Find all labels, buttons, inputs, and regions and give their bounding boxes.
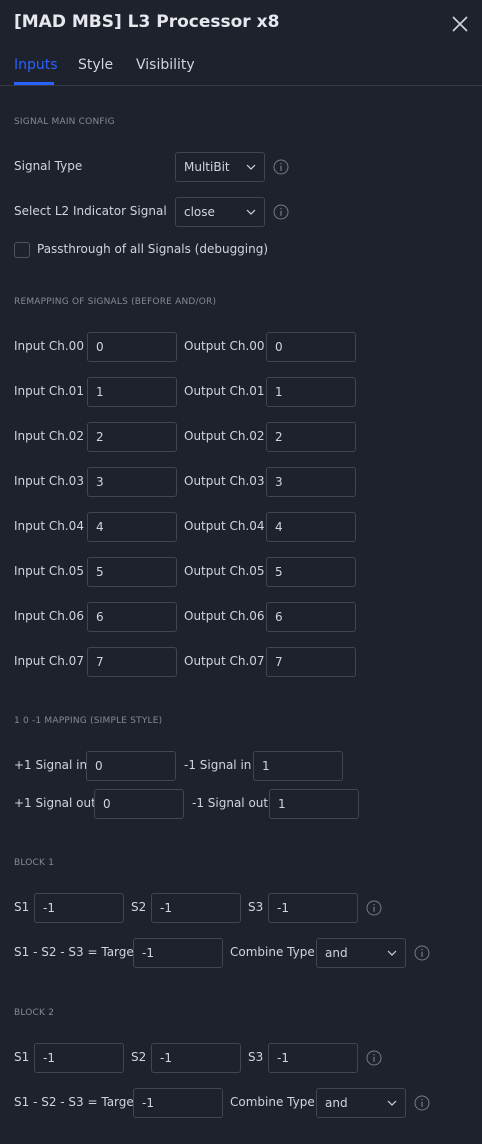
section-remapping: REMAPPING OF SIGNALS (BEFORE AND/OR) [14,297,217,307]
l2-signal-select[interactable]: close [175,197,265,227]
input-channel-field[interactable] [87,557,177,587]
input-channel-label: Input Ch.01 [14,384,84,398]
output-channel-label: Output Ch.04 [184,519,265,533]
output-channel-field[interactable] [266,377,356,407]
l2-signal-label: Select L2 Indicator Signal [14,204,167,218]
input-channel-label: Input Ch.05 [14,564,84,578]
passthrough-label: Passthrough of all Signals (debugging) [37,242,269,256]
input-channel-label: Input Ch.02 [14,429,84,443]
minus-signal-in-input[interactable] [253,751,343,781]
block2-s1-label: S1 [14,1050,30,1064]
plus-signal-in-input[interactable] [86,751,176,781]
block2-combine-value: and [325,1096,348,1110]
input-channel-label: Input Ch.04 [14,519,84,533]
output-channel-field[interactable] [266,512,356,542]
section-signal-main-config: SIGNAL MAIN CONFIG [14,117,115,127]
block1-target-input[interactable] [133,938,223,968]
block1-s3-input[interactable] [268,893,358,923]
section-mapping: 1 0 -1 MAPPING (SIMPLE STYLE) [14,716,163,726]
info-icon[interactable] [273,204,289,220]
block1-s2-label: S2 [131,900,147,914]
block2-s2-input[interactable] [151,1043,241,1073]
chevron-down-icon [387,1100,397,1106]
info-icon[interactable] [366,1050,382,1066]
block1-s2-input[interactable] [151,893,241,923]
chevron-down-icon [246,209,256,215]
output-channel-field[interactable] [266,467,356,497]
output-channel-label: Output Ch.03 [184,474,265,488]
input-channel-field[interactable] [87,647,177,677]
minus-signal-out-label: -1 Signal out [192,796,269,810]
block1-s3-label: S3 [248,900,264,914]
output-channel-field[interactable] [266,557,356,587]
input-channel-label: Input Ch.03 [14,474,84,488]
output-channel-label: Output Ch.01 [184,384,265,398]
input-channel-field[interactable] [87,422,177,452]
signal-type-select[interactable]: MultiBit [175,152,265,182]
block2-s1-input[interactable] [34,1043,124,1073]
block2-target-input[interactable] [133,1088,223,1118]
input-channel-label: Input Ch.07 [14,654,84,668]
plus-signal-out-input[interactable] [94,789,184,819]
output-channel-label: Output Ch.06 [184,609,265,623]
input-channel-field[interactable] [87,467,177,497]
block2-s3-input[interactable] [268,1043,358,1073]
minus-signal-out-input[interactable] [269,789,359,819]
input-channel-label: Input Ch.06 [14,609,84,623]
tab-visibility[interactable]: Visibility [136,57,195,73]
l2-signal-value: close [184,205,215,219]
input-channel-field[interactable] [87,377,177,407]
block2-combine-select[interactable]: and [316,1088,406,1118]
block1-combine-label: Combine Type [230,945,315,959]
close-icon[interactable] [450,14,470,34]
block1-combine-select[interactable]: and [316,938,406,968]
input-channel-field[interactable] [87,332,177,362]
signal-type-value: MultiBit [184,160,230,174]
chevron-down-icon [387,950,397,956]
block1-combine-value: and [325,946,348,960]
output-channel-label: Output Ch.02 [184,429,265,443]
info-icon[interactable] [414,945,430,961]
block1-target-label: S1 - S2 - S3 = Target [14,945,139,959]
signal-type-label: Signal Type [14,159,83,173]
chevron-down-icon [246,164,256,170]
passthrough-checkbox[interactable] [14,242,30,258]
minus-signal-in-label: -1 Signal in [184,758,252,772]
plus-signal-in-label: +1 Signal in [14,758,88,772]
block2-target-label: S1 - S2 - S3 = Target [14,1095,139,1109]
output-channel-field[interactable] [266,647,356,677]
output-channel-field[interactable] [266,332,356,362]
section-block-2: BLOCK 2 [14,1008,55,1018]
block2-s3-label: S3 [248,1050,264,1064]
block2-s2-label: S2 [131,1050,147,1064]
input-channel-label: Input Ch.00 [14,339,84,353]
output-channel-label: Output Ch.07 [184,654,265,668]
output-channel-label: Output Ch.05 [184,564,265,578]
output-channel-field[interactable] [266,422,356,452]
block2-combine-label: Combine Type [230,1095,315,1109]
dialog-title: [MAD MBS] L3 Processor x8 [14,12,280,32]
header-divider [0,85,482,86]
info-icon[interactable] [414,1095,430,1111]
plus-signal-out-label: +1 Signal out [14,796,96,810]
section-block-1: BLOCK 1 [14,858,55,868]
input-channel-field[interactable] [87,602,177,632]
block1-s1-label: S1 [14,900,30,914]
tab-style[interactable]: Style [78,57,113,73]
output-channel-field[interactable] [266,602,356,632]
info-icon[interactable] [273,159,289,175]
info-icon[interactable] [366,900,382,916]
output-channel-label: Output Ch.00 [184,339,265,353]
block1-s1-input[interactable] [34,893,124,923]
input-channel-field[interactable] [87,512,177,542]
tab-inputs[interactable]: Inputs [14,57,58,73]
